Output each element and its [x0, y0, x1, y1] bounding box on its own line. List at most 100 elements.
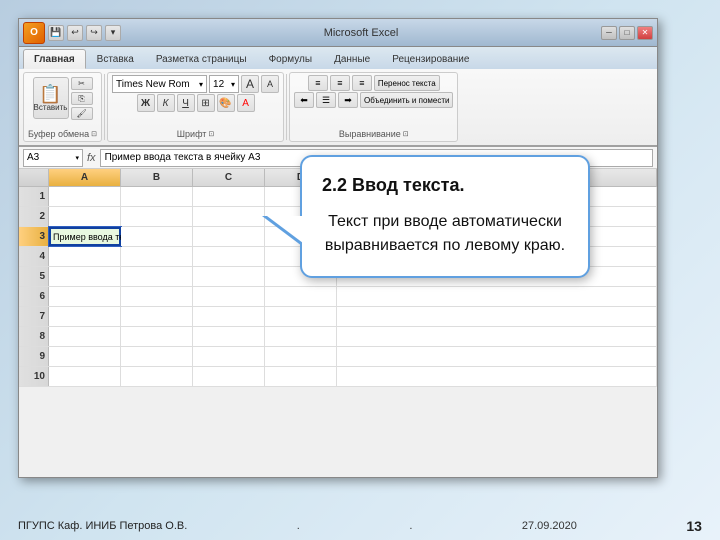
row-header-9[interactable]: 9 [19, 347, 49, 366]
cell-c8[interactable] [193, 327, 265, 346]
paste-button[interactable]: 📋 Вставить [33, 77, 69, 119]
cell-d9[interactable] [265, 347, 337, 366]
col-header-a[interactable]: A [49, 169, 121, 186]
wrap-text-button[interactable]: Перенос текста [374, 75, 440, 91]
cut-button[interactable]: ✂ [71, 77, 93, 90]
cell-d10[interactable] [265, 367, 337, 386]
font-increase-button[interactable]: A [241, 75, 259, 93]
cell-a10[interactable] [49, 367, 121, 386]
cell-c2[interactable] [193, 207, 265, 226]
cell-c5[interactable] [193, 267, 265, 286]
cell-a6[interactable] [49, 287, 121, 306]
font-name-dropdown-icon[interactable]: ▾ [199, 80, 203, 89]
bold-button[interactable]: Ж [137, 94, 155, 112]
close-button[interactable]: ✕ [637, 26, 653, 40]
cell-c7[interactable] [193, 307, 265, 326]
underline-button[interactable]: Ч [177, 94, 195, 112]
row-header-3[interactable]: 3 [19, 227, 49, 246]
office-button[interactable]: O [23, 22, 45, 44]
cell-e7[interactable] [337, 307, 657, 326]
name-box[interactable]: A3 ▾ [23, 149, 83, 167]
cell-d7[interactable] [265, 307, 337, 326]
cell-a4[interactable] [49, 247, 121, 266]
merge-cells-button[interactable]: Объединить и помести [360, 92, 453, 108]
cell-e10[interactable] [337, 367, 657, 386]
cell-c3[interactable] [193, 227, 265, 246]
tab-data[interactable]: Данные [323, 49, 381, 69]
tab-page-layout[interactable]: Разметка страницы [145, 49, 258, 69]
tab-review[interactable]: Рецензирование [381, 49, 480, 69]
maximize-button[interactable]: □ [619, 26, 635, 40]
clipboard-expand-icon[interactable]: ⊡ [91, 130, 97, 138]
redo-qat-button[interactable]: ↪ [86, 25, 102, 41]
col-header-c[interactable]: C [193, 169, 265, 186]
cell-a3[interactable]: Пример ввода текста в ячейку А3 [49, 227, 121, 246]
italic-button[interactable]: К [157, 94, 175, 112]
row-header-6[interactable]: 6 [19, 287, 49, 306]
cell-a7[interactable] [49, 307, 121, 326]
fill-color-button[interactable]: 🎨 [217, 94, 235, 112]
font-color-button[interactable]: A [237, 94, 255, 112]
cell-b2[interactable] [121, 207, 193, 226]
font-size-dropdown-icon[interactable]: ▾ [231, 80, 235, 89]
cell-c4[interactable] [193, 247, 265, 266]
alignment-expand-icon[interactable]: ⊡ [403, 130, 409, 138]
undo-qat-button[interactable]: ↩ [67, 25, 83, 41]
cell-a2[interactable] [49, 207, 121, 226]
row-10: 10 [19, 367, 657, 387]
cell-a8[interactable] [49, 327, 121, 346]
tab-formulas[interactable]: Формулы [258, 49, 324, 69]
cell-b4[interactable] [121, 247, 193, 266]
cell-b10[interactable] [121, 367, 193, 386]
cell-e9[interactable] [337, 347, 657, 366]
font-decrease-button[interactable]: A [261, 75, 279, 93]
cell-a1[interactable] [49, 187, 121, 206]
cell-c9[interactable] [193, 347, 265, 366]
cell-a9[interactable] [49, 347, 121, 366]
align-top-right-button[interactable]: ≡ [352, 75, 372, 91]
name-box-dropdown-icon[interactable]: ▾ [75, 154, 79, 162]
alignment-top-row: ≡ ≡ ≡ Перенос текста [308, 75, 440, 91]
row-header-7[interactable]: 7 [19, 307, 49, 326]
clipboard-small-buttons: ✂ ⎘ 🖌 [71, 77, 93, 120]
formula-value: Пример ввода текста в ячейку А3 [105, 152, 261, 163]
cell-e6[interactable] [337, 287, 657, 306]
row-header-2[interactable]: 2 [19, 207, 49, 226]
font-name-box[interactable]: Times New Rom ▾ [112, 75, 207, 93]
row-header-1[interactable]: 1 [19, 187, 49, 206]
row-header-10[interactable]: 10 [19, 367, 49, 386]
cell-b3[interactable] [121, 227, 193, 246]
cell-b9[interactable] [121, 347, 193, 366]
row-header-8[interactable]: 8 [19, 327, 49, 346]
cell-b8[interactable] [121, 327, 193, 346]
align-center-button[interactable]: ☰ [316, 92, 336, 108]
font-size-box[interactable]: 12 ▾ [209, 75, 239, 93]
row-header-4[interactable]: 4 [19, 247, 49, 266]
minimize-button[interactable]: ─ [601, 26, 617, 40]
format-painter-button[interactable]: 🖌 [71, 107, 93, 120]
save-qat-button[interactable]: 💾 [48, 25, 64, 41]
cell-c1[interactable] [193, 187, 265, 206]
cell-d6[interactable] [265, 287, 337, 306]
cell-c10[interactable] [193, 367, 265, 386]
cell-a5[interactable] [49, 267, 121, 286]
cell-b1[interactable] [121, 187, 193, 206]
dropdown-qat-button[interactable]: ▾ [105, 25, 121, 41]
align-right-button[interactable]: ➡ [338, 92, 358, 108]
cell-e8[interactable] [337, 327, 657, 346]
cell-b5[interactable] [121, 267, 193, 286]
align-left-button[interactable]: ⬅ [294, 92, 314, 108]
cell-b7[interactable] [121, 307, 193, 326]
cell-b6[interactable] [121, 287, 193, 306]
col-header-b[interactable]: B [121, 169, 193, 186]
cell-d8[interactable] [265, 327, 337, 346]
align-top-left-button[interactable]: ≡ [308, 75, 328, 91]
font-expand-icon[interactable]: ⊡ [208, 130, 214, 138]
align-top-center-button[interactable]: ≡ [330, 75, 350, 91]
copy-button[interactable]: ⎘ [71, 92, 93, 105]
border-button[interactable]: ⊞ [197, 94, 215, 112]
cell-c6[interactable] [193, 287, 265, 306]
row-header-5[interactable]: 5 [19, 267, 49, 286]
tab-home[interactable]: Главная [23, 49, 86, 69]
tab-insert[interactable]: Вставка [86, 49, 145, 69]
